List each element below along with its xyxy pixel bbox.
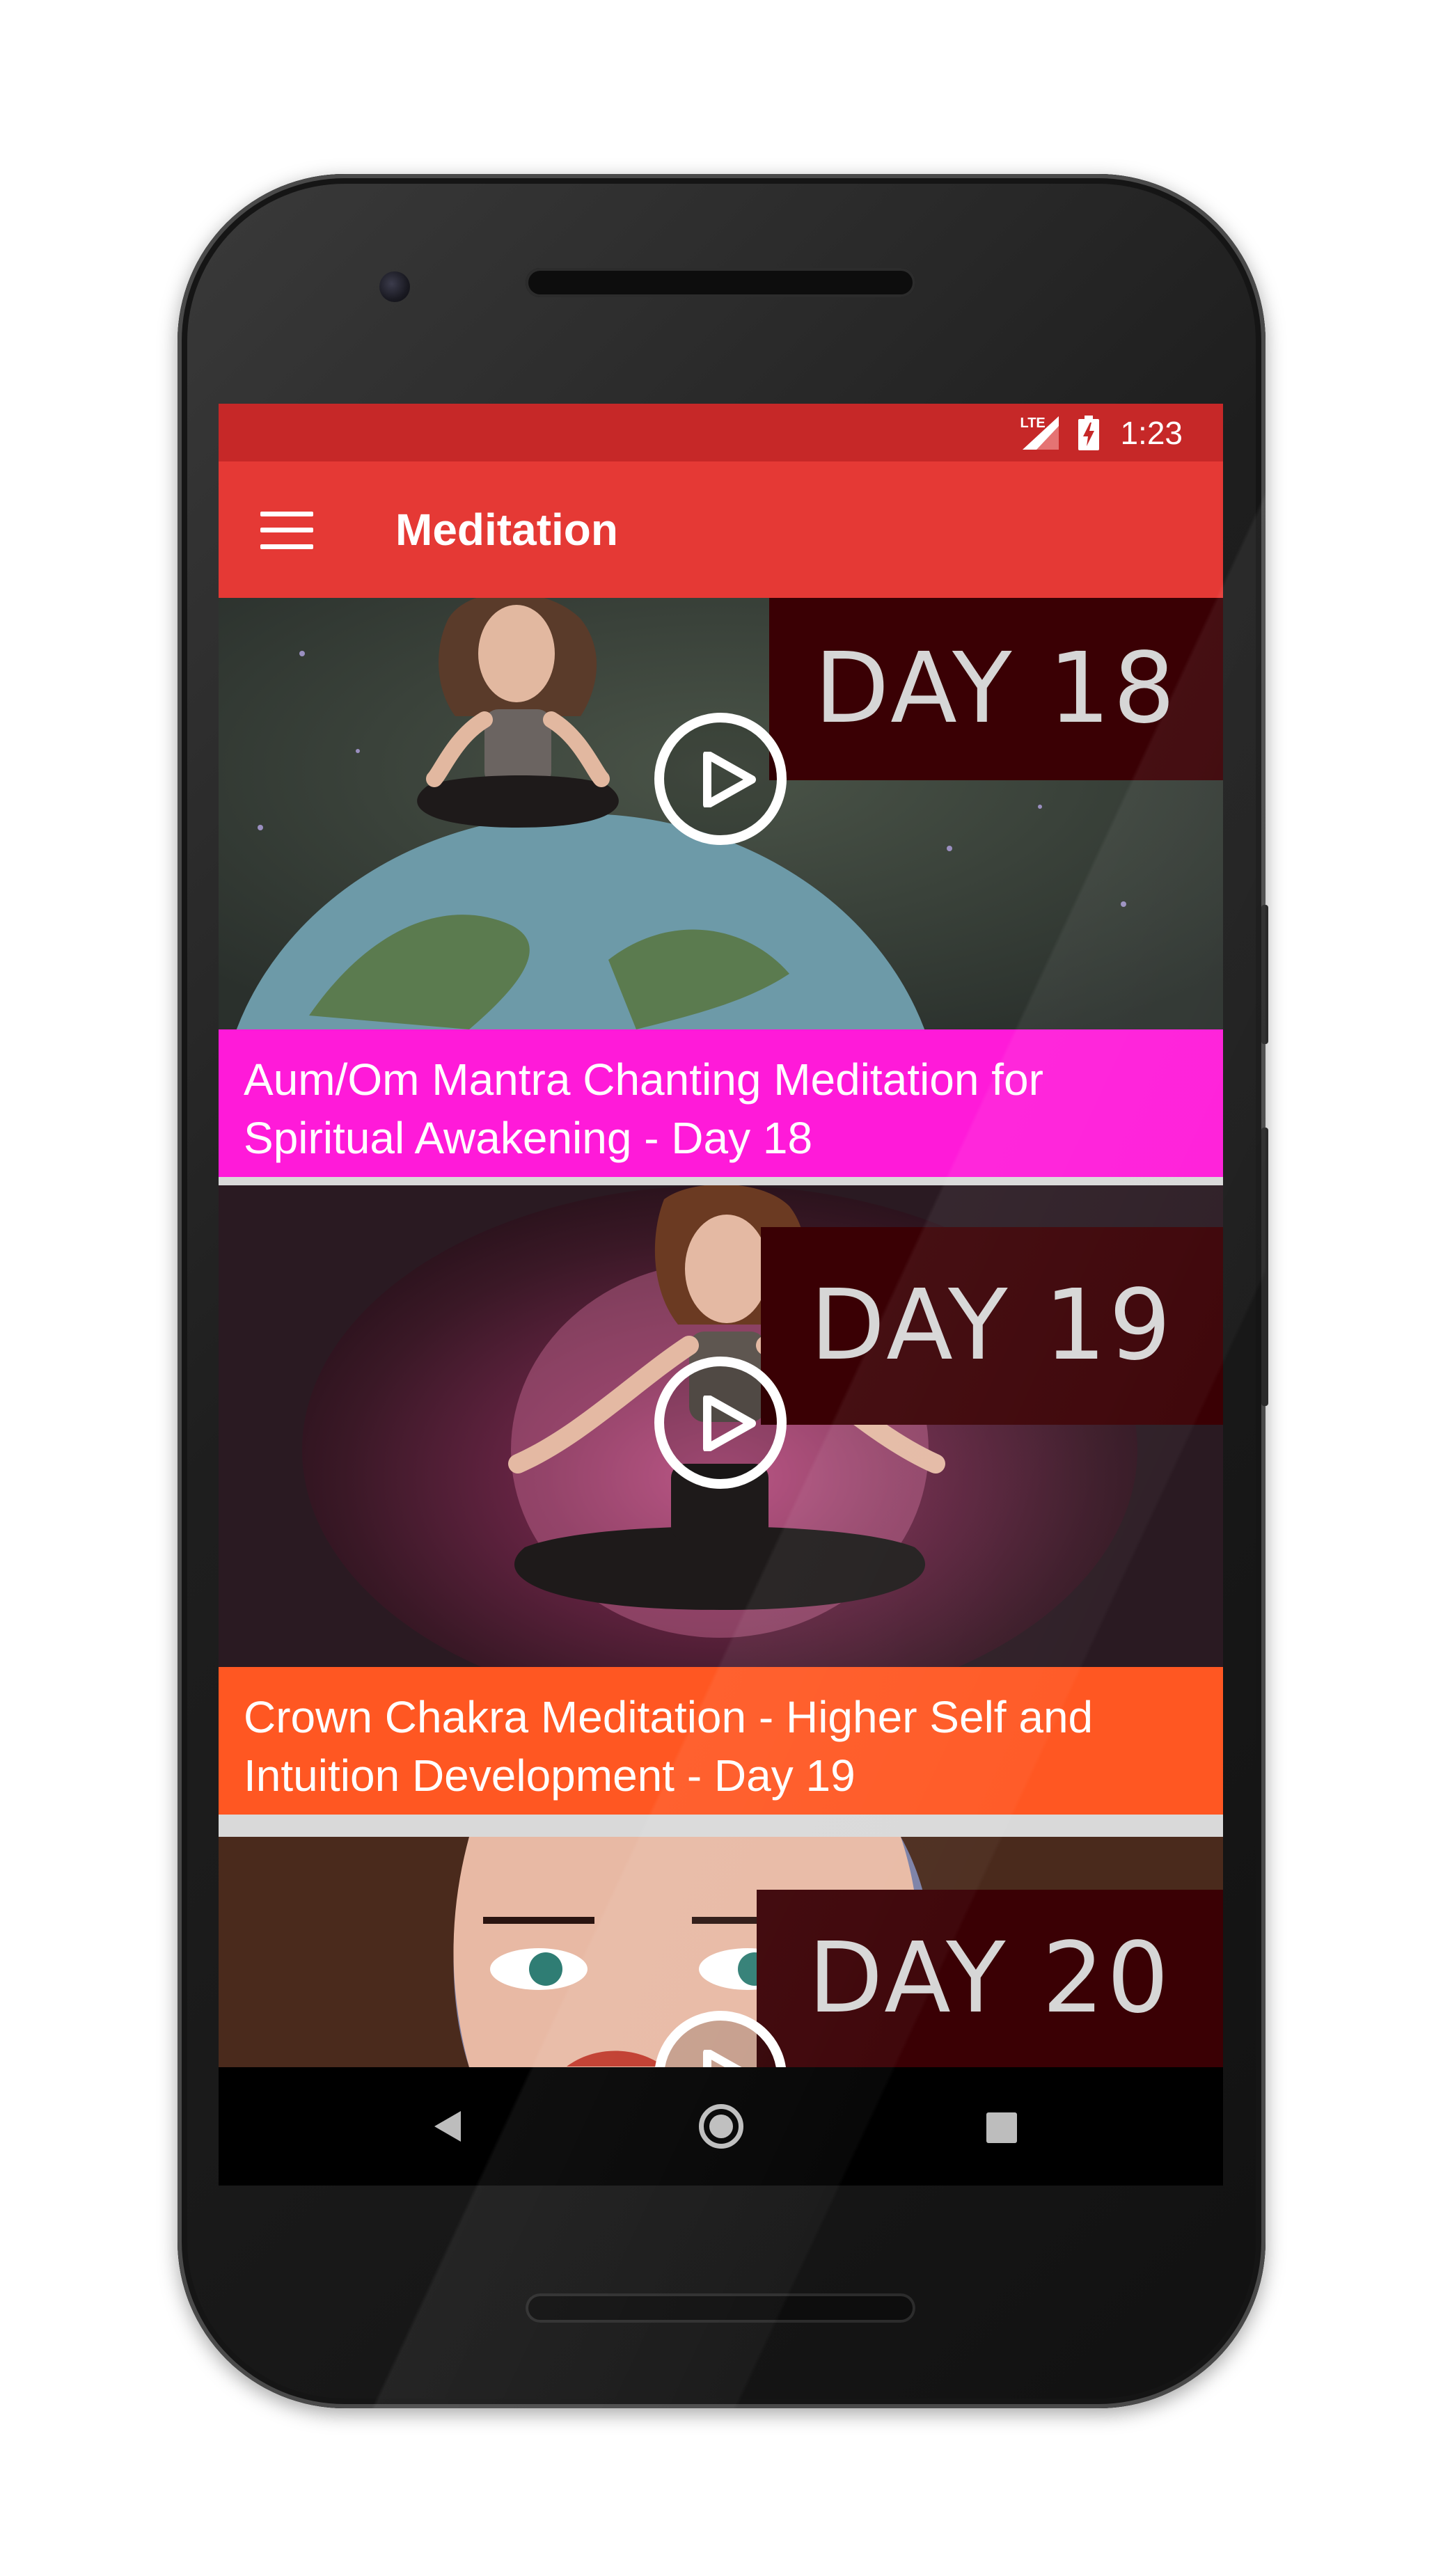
volume-button — [1261, 1128, 1268, 1406]
back-triangle-icon[interactable] — [427, 2105, 469, 2147]
top-speaker — [526, 268, 915, 297]
bottom-speaker — [526, 2293, 915, 2323]
network-type: LTE — [1020, 415, 1046, 431]
video-title-caption[interactable]: Crown Chakra Meditation - Higher Self an… — [219, 1667, 1223, 1815]
video-list[interactable]: DAY 18 Aum/Om Mantra Chanting Meditation… — [219, 598, 1223, 2067]
system-navigation-bar — [219, 2067, 1223, 2186]
play-circle-icon[interactable] — [654, 713, 787, 845]
day-label-banner: DAY 19 — [761, 1227, 1223, 1425]
lte-signal-icon: LTE — [1018, 416, 1059, 450]
video-thumbnail[interactable]: DAY 19 — [219, 1185, 1223, 1667]
app-bar: Meditation — [219, 461, 1223, 598]
video-thumbnail[interactable]: DAY 20 — [219, 1837, 1223, 2067]
front-camera — [379, 271, 410, 302]
power-button — [1261, 905, 1268, 1044]
video-title: Aum/Om Mantra Chanting Meditation for Sp… — [244, 1054, 1043, 1163]
video-thumbnail[interactable]: DAY 18 — [219, 598, 1223, 1029]
page-title: Meditation — [395, 505, 618, 555]
clock: 1:23 — [1120, 414, 1183, 451]
day-label-banner: DAY 20 — [757, 1890, 1223, 2067]
hamburger-menu-icon[interactable] — [260, 512, 313, 549]
video-title-caption[interactable]: Aum/Om Mantra Chanting Meditation for Sp… — [219, 1029, 1223, 1177]
device-screen: LTE 1:23 Meditation DAY 18 Aum/Om Mantra… — [219, 404, 1223, 2186]
battery-charging-icon — [1078, 415, 1100, 450]
home-circle-icon[interactable] — [699, 2104, 743, 2149]
day-label-banner: DAY 18 — [769, 598, 1223, 780]
play-circle-icon[interactable] — [654, 1357, 787, 1489]
recents-square-icon[interactable] — [986, 2112, 1017, 2143]
video-title: Crown Chakra Meditation - Higher Self an… — [244, 1692, 1094, 1801]
status-bar: LTE 1:23 — [219, 404, 1223, 461]
